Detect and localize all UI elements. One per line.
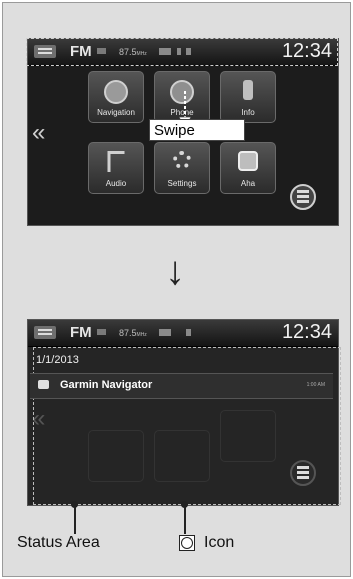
icon-symbol-icon [179, 535, 195, 551]
navigation-tile[interactable]: Navigation [88, 71, 144, 123]
icon-callout: Icon [204, 534, 235, 551]
date: 1/1/2013 [36, 354, 79, 366]
navigation-app-icon [38, 380, 49, 389]
notification-item[interactable]: Garmin Navigator 1:00 AM [30, 373, 333, 399]
figure-frame: FM 87.5MHz 12:34 « Navigation Phone Info… [2, 2, 351, 577]
audio-tile[interactable]: Audio [88, 142, 144, 194]
frequency: 87.5MHz [119, 328, 147, 338]
status-bar[interactable]: FM 87.5MHz 12:34 [28, 320, 338, 347]
settings-tile[interactable]: Settings [154, 142, 210, 194]
status-area-callout: Status Area [17, 534, 100, 551]
menu-icon [34, 326, 56, 339]
band-label: FM [70, 324, 92, 341]
aha-tile[interactable]: Aha [220, 142, 276, 194]
signal-icon [159, 329, 171, 336]
aha-icon [238, 151, 258, 171]
rds-icon [97, 329, 106, 335]
info-tile[interactable]: Info [220, 71, 276, 123]
phone-status-icon [186, 329, 191, 336]
status-area-outline [26, 38, 338, 66]
audio-icon [107, 151, 125, 172]
notification-area-outline [33, 347, 341, 505]
apps-menu-icon[interactable] [290, 184, 316, 210]
pointer-line [74, 506, 76, 534]
pointer-line [184, 506, 186, 534]
clock: 12:34 [281, 321, 332, 343]
down-arrow-icon: ↓ [165, 249, 185, 293]
info-icon [243, 80, 253, 100]
swipe-label: Swipe [149, 119, 245, 141]
settings-icon [173, 151, 191, 169]
notification-title: Garmin Navigator [60, 379, 153, 391]
navigation-icon [104, 80, 128, 104]
previous-page-icon[interactable]: « [32, 119, 45, 147]
notification-time: 1:00 AM [306, 382, 325, 388]
